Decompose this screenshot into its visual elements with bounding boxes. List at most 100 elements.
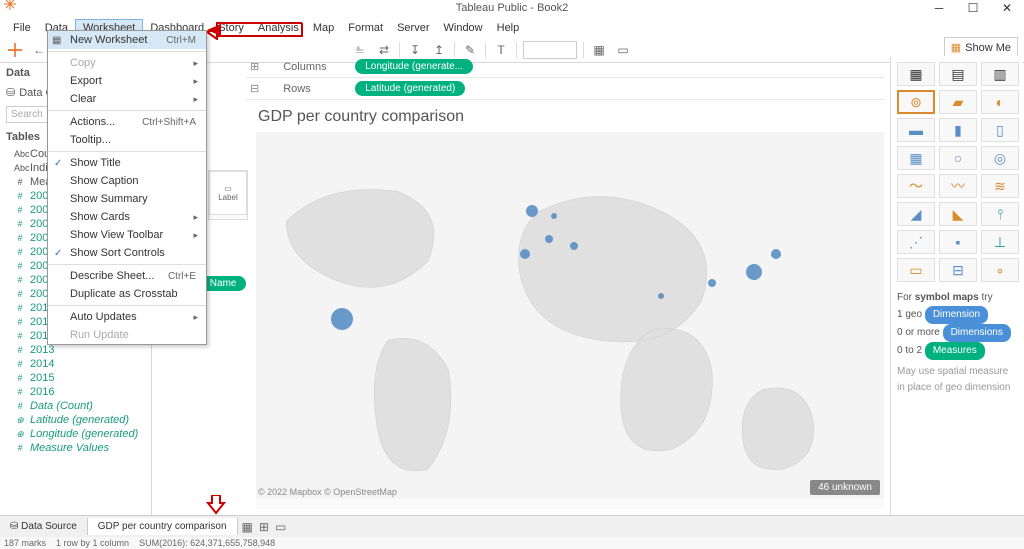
field-year-2014[interactable]: #2014 [0,357,151,371]
menu-show-title[interactable]: ✓Show Title [48,154,206,172]
show-me-button[interactable]: ▦ Show Me [944,37,1018,58]
data-source-icon: ⛁ [10,521,18,532]
viz-type-circle[interactable]: ○ [939,146,977,170]
field-gen-3[interactable]: #Measure Values [0,441,151,455]
menu-map[interactable]: Map [306,20,341,36]
viz-type-hbar[interactable]: ▬ [897,118,935,142]
viz-type-treemap[interactable]: ▦ [897,146,935,170]
field-gen-2[interactable]: ⊕Longitude (generated) [0,427,151,441]
menu-show-summary[interactable]: Show Summary [48,190,206,208]
tableau-logo-icon [4,0,16,10]
menu-new-worksheet[interactable]: ▦ New Worksheet Ctrl+M [48,31,206,49]
rows-shelf[interactable]: ⊟ Rows Latitude (generated) [246,78,884,100]
viz-type-scatter[interactable]: ⋰ [897,230,935,254]
viz-type-area[interactable]: ◢ [897,202,935,226]
viz-type-stacked-bar[interactable]: ▮ [939,118,977,142]
columns-pill-longitude[interactable]: Longitude (generate... [355,59,473,74]
tab-data-source[interactable]: ⛁ Data Source [0,518,88,535]
status-marks: 187 marks [4,538,46,548]
window-controls: ─ ☐ ✕ [922,0,1024,16]
viz-area: GDP per country comparison © 2022 Mapbox… [256,102,884,509]
marks-card: ▭ Label [208,170,248,220]
close-button[interactable]: ✕ [990,0,1024,16]
show-me-panel: ▦ ▤ ▥ ⊚ ▰ ◐ ▬ ▮ ▯ ▦ ○ ◎ 〜 〰 ≋ ◢ ◣ ⫯ ⋰ ▪ … [890,56,1022,519]
new-dashboard-icon[interactable]: ⊞ [259,520,269,534]
minimize-button[interactable]: ─ [922,0,956,16]
columns-icon: ⊞ [246,60,263,73]
viz-type-side-bar[interactable]: ▯ [981,118,1019,142]
viz-type-gantt[interactable]: ▭ [897,258,935,282]
viz-type-symbol-map[interactable]: ⊚ [897,90,935,114]
viz-type-bullet[interactable]: ⊟ [939,258,977,282]
shelves: ⊞ Columns Longitude (generate... ⊟ Rows … [246,56,884,100]
menu-run-update[interactable]: Run Update [48,326,206,344]
viz-title[interactable]: GDP per country comparison [256,102,884,132]
worksheet-dropdown: ▦ New Worksheet Ctrl+M Copy▸ Export▸ Cle… [47,30,207,345]
menu-show-sort[interactable]: ✓Show Sort Controls [48,244,206,262]
bottom-tabs: ⛁ Data Source GDP per country comparison… [0,515,1024,537]
database-icon: ⛁ [6,86,15,99]
show-me-hints: For symbol maps try 1 geo Dimension 0 or… [897,290,1016,396]
menu-show-view-toolbar[interactable]: Show View Toolbar▸ [48,226,206,244]
menu-copy[interactable]: Copy▸ [48,54,206,72]
marks-label-cell[interactable]: ▭ Label [209,171,247,215]
unknown-badge[interactable]: 46 unknown [810,480,880,495]
viz-type-dual-combo[interactable]: ⫯ [981,202,1019,226]
menu-window[interactable]: Window [437,20,490,36]
menu-clear[interactable]: Clear▸ [48,90,206,108]
status-rows: 1 row by 1 column [56,538,129,548]
viz-type-histogram[interactable]: ▪ [939,230,977,254]
viz-type-box[interactable]: ⊥ [981,230,1019,254]
viz-type-filled-map[interactable]: ▰ [939,90,977,114]
menu-tooltip[interactable]: Tooltip... [48,131,206,149]
annotation-arrow-tab [206,495,226,515]
new-worksheet-icon[interactable]: ▦ [242,520,253,534]
show-me-grid: ▦ ▤ ▥ ⊚ ▰ ◐ ▬ ▮ ▯ ▦ ○ ◎ 〜 〰 ≋ ◢ ◣ ⫯ ⋰ ▪ … [897,62,1016,282]
status-bar: 187 marks 1 row by 1 column SUM(2016): 6… [0,537,1024,549]
field-gen-1[interactable]: ⊕Latitude (generated) [0,413,151,427]
tab-sheet[interactable]: GDP per country comparison [88,518,238,535]
hint-pill-dimensions: Dimensions [943,324,1011,342]
shortcut: Ctrl+M [166,35,196,46]
field-gen-0[interactable]: #Data (Count) [0,399,151,413]
menu-show-caption[interactable]: Show Caption [48,172,206,190]
viz-type-pie[interactable]: ◐ [981,90,1019,114]
field-year-2015[interactable]: #2015 [0,371,151,385]
field-year-2013[interactable]: #2013 [0,343,151,357]
field-year-2016[interactable]: #2016 [0,385,151,399]
viz-type-table[interactable]: ▦ [897,62,935,86]
tableau-icon[interactable] [6,41,24,59]
maximize-button[interactable]: ☐ [956,0,990,16]
viz-type-side-circle[interactable]: ◎ [981,146,1019,170]
viz-type-highlight[interactable]: ▥ [981,62,1019,86]
new-sheet-icon: ▦ [52,35,61,46]
menu-actions[interactable]: Actions...Ctrl+Shift+A [48,113,206,131]
annotation-arrow-menu [207,20,307,40]
viz-type-area2[interactable]: ◣ [939,202,977,226]
hint-pill-measures: Measures [925,342,985,360]
menu-format[interactable]: Format [341,20,390,36]
viz-type-dual-line[interactable]: ≋ [981,174,1019,198]
undo-button[interactable]: ← [30,41,48,59]
viz-type-heat[interactable]: ▤ [939,62,977,86]
status-sum: SUM(2016): 624,371,655,758,948 [139,538,275,548]
menu-export[interactable]: Export▸ [48,72,206,90]
menu-duplicate-crosstab[interactable]: Duplicate as Crosstab [48,285,206,303]
window-title: Tableau Public - Book2 [456,2,569,14]
viz-type-packed-bubble[interactable]: ∘ [981,258,1019,282]
menu-show-cards[interactable]: Show Cards▸ [48,208,206,226]
menu-help[interactable]: Help [490,20,527,36]
menu-server[interactable]: Server [390,20,436,36]
menu-file[interactable]: File [6,20,38,36]
map-attribution: © 2022 Mapbox © OpenStreetMap [258,487,397,497]
menu-describe-sheet[interactable]: Describe Sheet...Ctrl+E [48,267,206,285]
label: New Worksheet [70,34,147,46]
show-me-icon: ▦ [951,41,961,54]
viz-type-line2[interactable]: 〰 [939,174,977,198]
map-view[interactable]: © 2022 Mapbox © OpenStreetMap 46 unknown [256,132,884,499]
menu-auto-updates[interactable]: Auto Updates▸ [48,308,206,326]
columns-shelf[interactable]: ⊞ Columns Longitude (generate... [246,56,884,78]
new-story-icon[interactable]: ▭ [275,520,286,534]
viz-type-line1[interactable]: 〜 [897,174,935,198]
rows-pill-latitude[interactable]: Latitude (generated) [355,81,465,96]
